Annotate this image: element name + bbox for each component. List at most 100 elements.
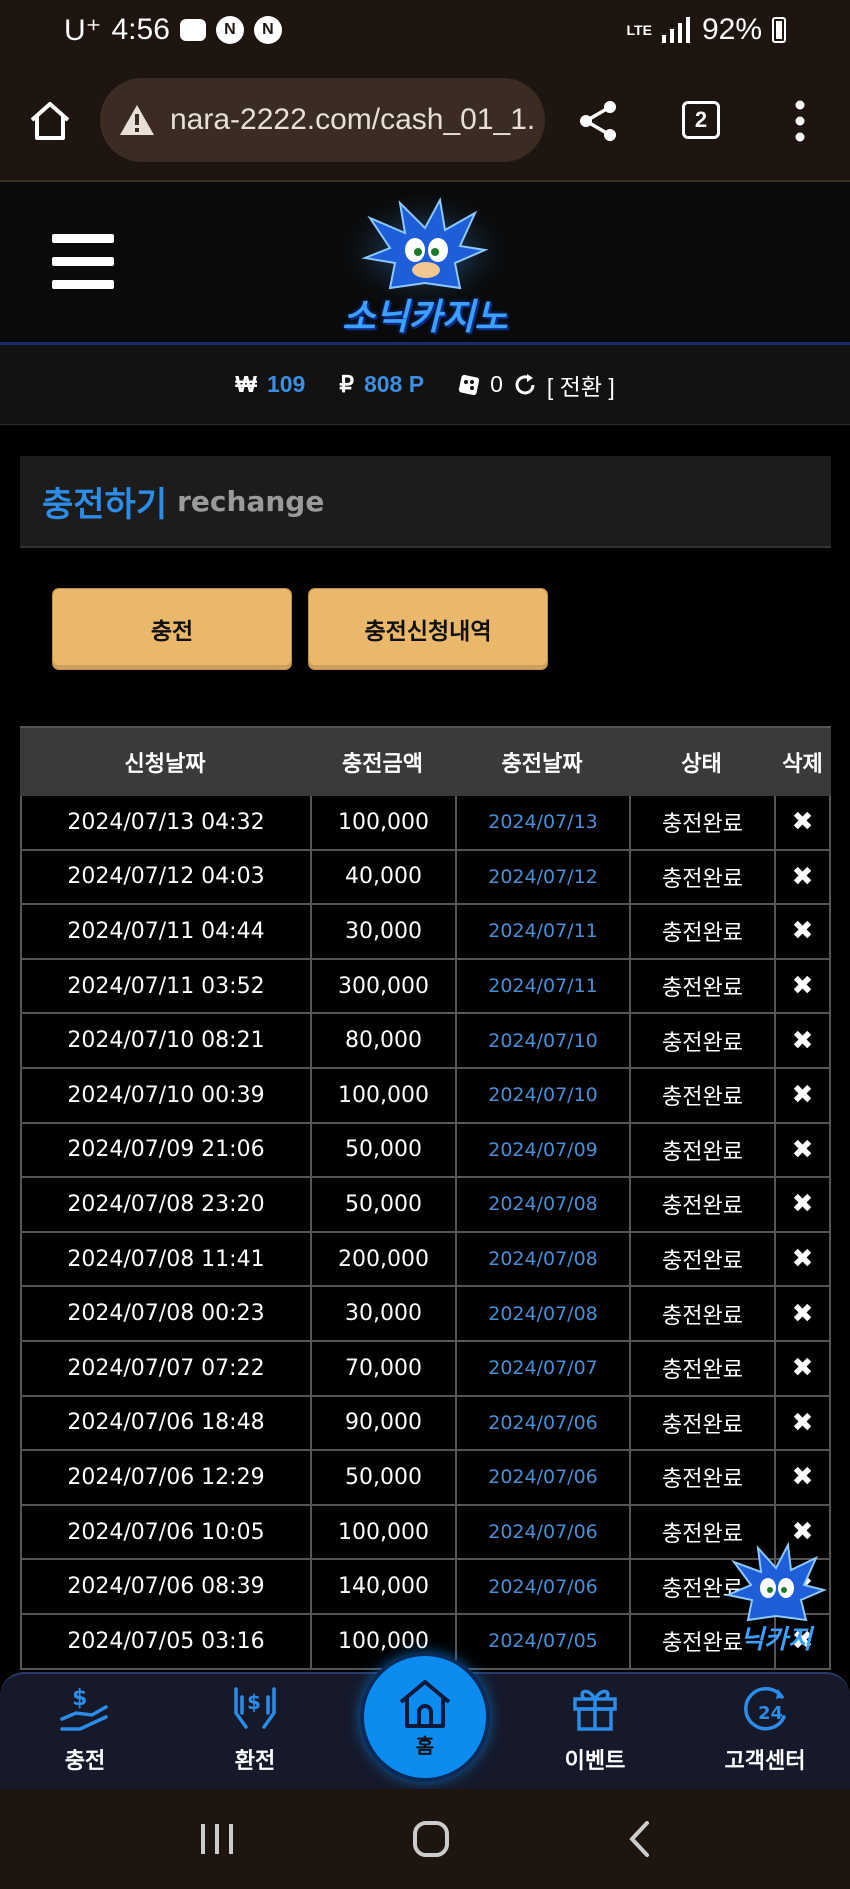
amount-cell: 70,000 <box>310 1341 455 1395</box>
status-bar: U⁺ 4:56 N N LTE 92% <box>0 0 850 60</box>
nav-support[interactable]: 24 고객센터 <box>680 1674 850 1789</box>
delete-icon[interactable]: ✖ <box>774 1014 831 1067</box>
delete-icon[interactable]: ✖ <box>774 1341 831 1395</box>
delete-icon[interactable]: ✖ <box>774 959 831 1013</box>
chat-notification-icon <box>179 19 206 41</box>
request-date-cell: 2024/07/07 07:22 <box>20 1341 310 1395</box>
delete-icon[interactable]: ✖ <box>774 796 831 849</box>
status-cell: 충전완료 <box>629 1451 774 1504</box>
tab-switcher-button[interactable]: 2 <box>682 101 720 139</box>
gift-icon <box>573 1689 617 1731</box>
delete-icon[interactable]: ✖ <box>774 1178 831 1231</box>
table-row: 2024/07/06 18:48 90,000 2024/07/06 충전완료 ✖ <box>20 1396 831 1452</box>
status-cell: 충전완료 <box>629 796 774 849</box>
back-icon[interactable] <box>627 1820 651 1858</box>
request-date-cell: 2024/07/12 04:03 <box>20 850 310 904</box>
sonic-casino-logo[interactable]: 소닉카지노 <box>320 188 530 338</box>
status-cell: 충전완료 <box>629 1341 774 1395</box>
charge-date-cell: 2024/07/08 <box>455 1178 629 1231</box>
table-row: 2024/07/06 12:29 50,000 2024/07/06 충전완료 ✖ <box>20 1451 831 1506</box>
amount-cell: 100,000 <box>310 1068 455 1122</box>
nav-charge-label: 충전 <box>64 1749 106 1774</box>
request-date-cell: 2024/07/06 18:48 <box>20 1396 310 1450</box>
amount-cell: 300,000 <box>310 959 455 1013</box>
request-date-cell: 2024/07/08 00:23 <box>20 1287 310 1340</box>
charge-date-cell: 2024/07/09 <box>455 1123 629 1177</box>
charge-date-cell: 2024/07/11 <box>455 959 629 1013</box>
table-row: 2024/07/06 08:39140,0002024/07/06충전완료✖ <box>20 1560 831 1615</box>
battery-icon <box>772 17 786 43</box>
status-cell: 충전완료 <box>629 1396 774 1450</box>
svg-text:24: 24 <box>758 1703 783 1724</box>
carrier-label: U⁺ <box>64 13 102 47</box>
delete-icon[interactable]: ✖ <box>774 905 831 958</box>
signal-icon <box>661 17 690 43</box>
header-charge-date: 충전날짜 <box>501 752 583 777</box>
won-balance: 109 <box>266 371 306 397</box>
nav-support-label: 고객센터 <box>724 1749 806 1774</box>
amount-cell: 200,000 <box>310 1232 455 1286</box>
table-row: 2024/07/11 04:44 30,000 2024/07/11 충전완료 ✖ <box>20 905 831 960</box>
home-icon[interactable] <box>28 100 72 142</box>
refresh-icon[interactable] <box>513 373 537 397</box>
nav-exchange[interactable]: $ 환전 <box>170 1674 340 1789</box>
convert-button[interactable]: [ 전환 ] <box>547 368 615 402</box>
amount-cell: 40,000 <box>310 850 455 904</box>
nav-event[interactable]: 이벤트 <box>510 1674 680 1789</box>
recent-apps-icon[interactable] <box>199 1822 235 1856</box>
nav-exchange-label: 환전 <box>234 1749 276 1774</box>
delete-icon[interactable]: ✖ <box>774 1451 831 1504</box>
request-date-cell: 2024/07/11 04:44 <box>20 905 310 958</box>
system-navigation-bar <box>0 1789 850 1889</box>
charge-history-button[interactable]: 충전신청내역 <box>308 588 548 670</box>
amount-cell: 100,000 <box>310 796 455 849</box>
request-date-cell: 2024/07/06 10:05 <box>20 1505 310 1559</box>
amount-cell: 80,000 <box>310 1014 455 1067</box>
amount-cell: 50,000 <box>310 1178 455 1231</box>
svg-text:$: $ <box>247 1690 261 1714</box>
charge-date-cell: 2024/07/13 <box>455 796 629 849</box>
menu-icon[interactable] <box>52 234 114 290</box>
share-icon[interactable] <box>578 100 618 142</box>
delete-icon[interactable]: ✖ <box>774 1396 831 1450</box>
charge-date-cell: 2024/07/11 <box>455 905 629 958</box>
status-cell: 충전완료 <box>629 1178 774 1231</box>
point-icon: ₽ <box>339 371 354 397</box>
nav-home-label: 홈 <box>415 1733 435 1758</box>
home-system-icon[interactable] <box>412 1820 450 1858</box>
delete-icon[interactable]: ✖ <box>774 1123 831 1177</box>
table-row: 2024/07/12 04:03 40,000 2024/07/12 충전완료 ✖ <box>20 850 831 906</box>
browser-toolbar: nara-2222.com/cash_01_1. 2 <box>0 60 850 180</box>
table-row: 2024/07/10 00:39 100,000 2024/07/10 충전완료 ✖ <box>20 1068 831 1124</box>
table-row: 2024/07/07 07:22 70,000 2024/07/07 충전완료 ✖ <box>20 1341 831 1397</box>
delete-icon[interactable]: ✖ <box>774 1068 831 1122</box>
nav-charge[interactable]: $ 충전 <box>0 1674 170 1789</box>
charge-button[interactable]: 충전 <box>52 588 292 670</box>
table-row: 2024/07/08 11:41 200,000 2024/07/08 충전완료 ✖ <box>20 1232 831 1288</box>
table-row: 2024/07/08 23:20 50,000 2024/07/08 충전완료 ✖ <box>20 1178 831 1233</box>
header-request-date: 신청날짜 <box>124 752 206 777</box>
url-text: nara-2222.com/cash_01_1. <box>170 103 536 136</box>
more-menu-icon[interactable] <box>794 100 806 142</box>
request-date-cell: 2024/07/06 12:29 <box>20 1451 310 1504</box>
floating-mascot-button[interactable]: 닉카지 <box>716 1540 836 1660</box>
delete-icon[interactable]: ✖ <box>774 850 831 904</box>
address-bar[interactable]: nara-2222.com/cash_01_1. <box>100 78 545 162</box>
status-cell: 충전완료 <box>629 1232 774 1286</box>
status-cell: 충전완료 <box>629 905 774 958</box>
page-title-en: rechange <box>177 484 325 518</box>
nav-home-button[interactable]: 홈 <box>360 1652 490 1782</box>
status-cell: 충전완료 <box>629 1014 774 1067</box>
network-type: LTE <box>626 22 652 38</box>
clock: 4:56 <box>111 13 170 46</box>
request-date-cell: 2024/07/13 04:32 <box>20 796 310 849</box>
table-row: 2024/07/13 04:32 100,000 2024/07/13 충전완료 ✖ <box>20 796 831 851</box>
delete-icon[interactable]: ✖ <box>774 1287 831 1340</box>
svg-text:$: $ <box>72 1686 87 1711</box>
request-date-cell: 2024/07/05 03:16 <box>20 1614 310 1668</box>
table-row: 2024/07/09 21:06 50,000 2024/07/09 충전완료 ✖ <box>20 1123 831 1179</box>
chip-balance: 0 <box>490 371 503 397</box>
delete-icon[interactable]: ✖ <box>774 1232 831 1286</box>
status-cell: 충전완료 <box>629 1068 774 1122</box>
amount-cell: 30,000 <box>310 905 455 958</box>
